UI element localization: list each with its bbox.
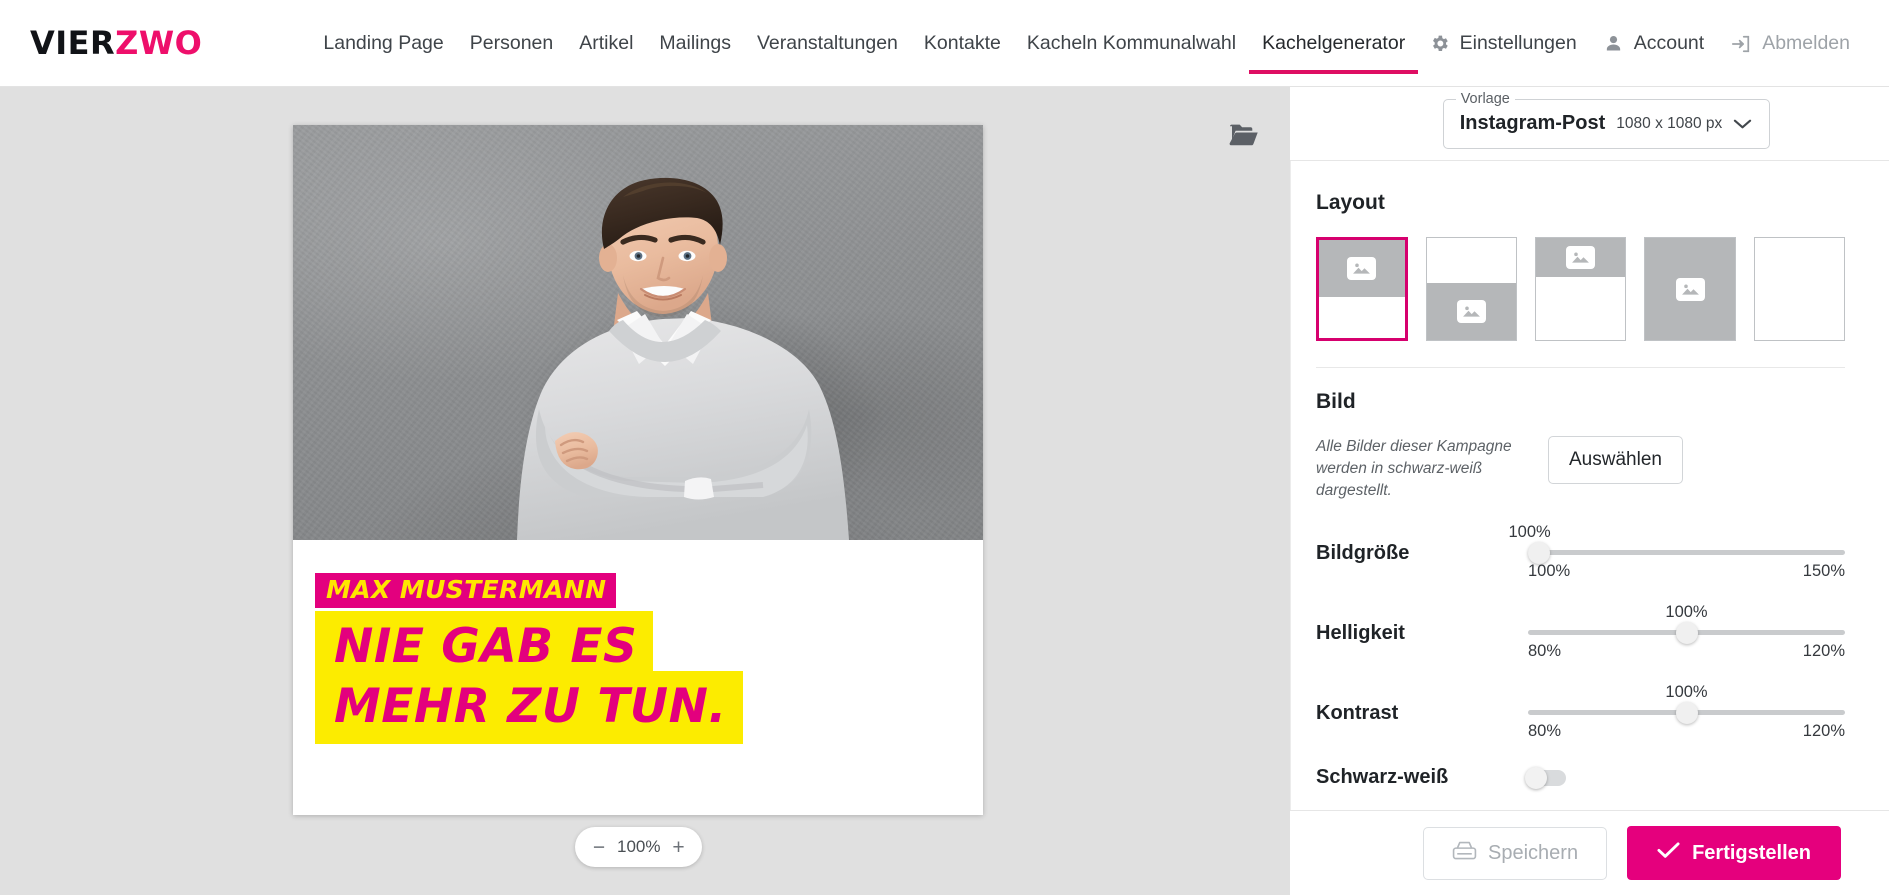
person-icon [1603, 33, 1624, 54]
layout-section-title: Layout [1316, 191, 1385, 214]
logout-label: Abmelden [1762, 32, 1850, 54]
main-navigation: Landing Page Personen Artikel Mailings V… [310, 0, 1419, 87]
slider-track-bildgroesse[interactable] [1528, 550, 1845, 555]
nav-item-mailings[interactable]: Mailings [646, 0, 744, 87]
section-divider [1316, 367, 1845, 368]
zoom-in-button[interactable]: + [666, 835, 690, 859]
nav-item-kacheln-kommunalwahl[interactable]: Kacheln Kommunalwahl [1014, 0, 1249, 87]
slider-label-bildgroesse: Bildgröße [1316, 541, 1410, 564]
finish-button-label: Fertigstellen [1692, 841, 1811, 864]
slider-row-kontrast: Kontrast 100% 80% 120% [1316, 683, 1845, 742]
chevron-down-icon[interactable] [1733, 118, 1752, 130]
slider-thumb-kontrast[interactable] [1675, 702, 1698, 724]
slider-min-helligkeit: 80% [1528, 642, 1562, 660]
template-select[interactable]: Vorlage Instagram-Post 1080 x 1080 px [1442, 90, 1771, 149]
image-section-title: Bild [1316, 390, 1356, 413]
nav-item-personen[interactable]: Personen [457, 0, 566, 87]
brand-logo-part1: VIER [30, 24, 116, 62]
image-placeholder-icon [1456, 299, 1486, 323]
slider-thumb-bildgroesse[interactable] [1528, 542, 1550, 564]
select-image-button[interactable]: Auswählen [1548, 436, 1683, 484]
artboard-preview[interactable]: MAX MUSTERMANN NIE GAB ES MEHR ZU TUN. [293, 125, 983, 815]
header-actions: Einstellungen Account Abmelden [1416, 0, 1863, 87]
slider-min-bildgroesse: 100% [1528, 562, 1571, 580]
panel-header: Vorlage Instagram-Post 1080 x 1080 px [1290, 87, 1889, 161]
save-button-label: Speichern [1488, 841, 1579, 864]
panel-content: Layout Bild Alle Bilder dieser Kampagne … [1290, 161, 1889, 810]
slider-row-bildgroesse: Bildgröße 100% 100% 150% [1316, 523, 1845, 582]
gear-icon [1429, 33, 1450, 54]
slider-max-bildgroesse: 150% [1802, 562, 1845, 580]
zoom-control: − 100% + [575, 827, 703, 867]
slider-min-kontrast: 80% [1528, 722, 1562, 740]
save-icon [1452, 841, 1477, 866]
layout-options [1316, 237, 1845, 341]
slider-row-helligkeit: Helligkeit 100% 80% 120% [1316, 603, 1845, 662]
slider-max-kontrast: 120% [1802, 722, 1845, 740]
check-icon [1657, 841, 1680, 865]
settings-label: Einstellungen [1459, 32, 1577, 54]
slider-value-helligkeit: 100% [1665, 603, 1708, 621]
logout-link[interactable]: Abmelden [1717, 32, 1863, 55]
layout-option-image-top-text-bottom[interactable] [1316, 237, 1408, 341]
template-select-dimensions: 1080 x 1080 px [1616, 114, 1723, 132]
artboard-text-area[interactable]: MAX MUSTERMANN NIE GAB ES MEHR ZU TUN. [293, 540, 983, 815]
template-select-value: Instagram-Post [1459, 112, 1606, 134]
layout-option-text-top-image-bottom[interactable] [1425, 237, 1518, 341]
nav-item-kachelgenerator[interactable]: Kachelgenerator [1249, 0, 1419, 87]
layout-option-text-only[interactable] [1753, 237, 1845, 341]
artboard-headline-line2: MEHR ZU TUN. [315, 671, 743, 744]
properties-panel: Vorlage Instagram-Post 1080 x 1080 px La… [1290, 87, 1889, 895]
bw-toggle-switch[interactable] [1525, 766, 1566, 789]
image-section-note: Alle Bilder dieser Kampagne werden in sc… [1316, 438, 1512, 499]
folder-open-icon[interactable] [1224, 117, 1264, 153]
nav-item-kontakte[interactable]: Kontakte [911, 0, 1014, 87]
layout-option-full-image[interactable] [1644, 237, 1736, 341]
zoom-level-value: 100% [617, 837, 661, 856]
logout-icon [1730, 34, 1752, 54]
panel-footer: Speichern Fertigstellen [1290, 810, 1889, 895]
slider-value-bildgroesse: 100% [1508, 523, 1551, 541]
settings-link[interactable]: Einstellungen [1416, 32, 1590, 55]
editor-stage: MAX MUSTERMANN NIE GAB ES MEHR ZU TUN. −… [0, 87, 1290, 895]
brand-logo-part2: ZWO [115, 24, 203, 62]
image-section-row: Alle Bilder dieser Kampagne werden in sc… [1316, 436, 1845, 502]
account-link[interactable]: Account [1590, 32, 1717, 55]
bw-toggle-knob [1525, 766, 1547, 789]
image-placeholder-icon [1675, 277, 1705, 301]
brand-logo[interactable]: VIERZWO [30, 27, 202, 59]
zoom-out-button[interactable]: − [587, 835, 611, 859]
photo-person [516, 177, 886, 540]
nav-item-veranstaltungen[interactable]: Veranstaltungen [744, 0, 911, 87]
artboard-name-tag: MAX MUSTERMANN [315, 573, 617, 608]
slider-max-helligkeit: 120% [1802, 642, 1845, 660]
finish-button[interactable]: Fertigstellen [1627, 826, 1841, 880]
slider-thumb-helligkeit[interactable] [1675, 622, 1698, 644]
layout-option-image-band-top-large-text[interactable] [1535, 237, 1627, 341]
image-placeholder-icon [1566, 245, 1596, 269]
app-root: VIERZWO Landing Page Personen Artikel Ma… [0, 0, 1889, 895]
nav-item-landing-page[interactable]: Landing Page [310, 0, 456, 87]
artboard-photo [293, 125, 983, 540]
account-label: Account [1633, 32, 1705, 54]
slider-value-kontrast: 100% [1665, 683, 1708, 701]
template-select-legend: Vorlage [1455, 90, 1515, 107]
top-header: VIERZWO Landing Page Personen Artikel Ma… [0, 0, 1889, 87]
bw-toggle-label: Schwarz-weiß [1316, 766, 1449, 788]
image-placeholder-icon [1347, 256, 1377, 280]
save-button[interactable]: Speichern [1423, 826, 1608, 880]
nav-item-artikel[interactable]: Artikel [566, 0, 646, 87]
bw-toggle-row: Schwarz-weiß [1316, 766, 1845, 789]
slider-label-helligkeit: Helligkeit [1316, 621, 1405, 644]
slider-label-kontrast: Kontrast [1316, 701, 1399, 724]
